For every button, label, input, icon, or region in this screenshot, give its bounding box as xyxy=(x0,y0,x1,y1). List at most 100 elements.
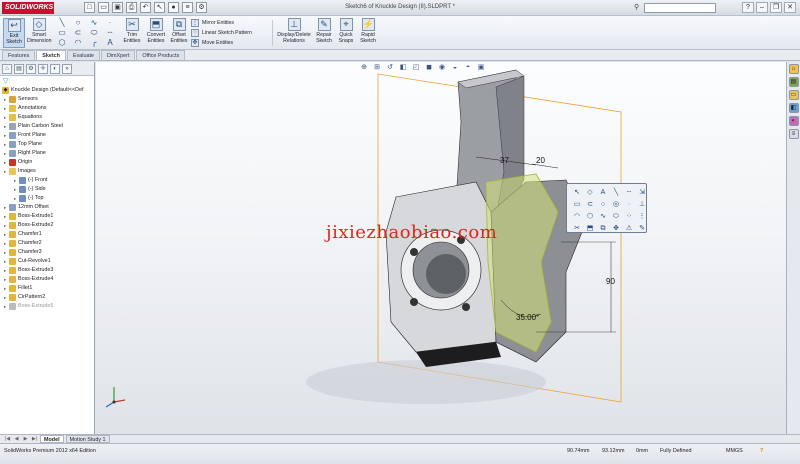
tree-item[interactable]: ▸ (-) Front xyxy=(2,176,94,185)
tab-sketch[interactable]: Sketch xyxy=(36,50,66,60)
open-icon[interactable]: ▭ xyxy=(98,2,109,13)
search-input[interactable] xyxy=(644,3,716,13)
repair-sketch-icon[interactable]: ✎ xyxy=(636,223,648,234)
trim-entities-button[interactable]: ✂ Trim Entities xyxy=(122,18,142,48)
save-icon[interactable]: ▣ xyxy=(112,2,123,13)
rapid-sketch-button[interactable]: ⚡ Rapid Sketch xyxy=(358,18,378,48)
tree-item[interactable]: ▸ Images xyxy=(2,167,94,176)
move-icon[interactable]: ✥ xyxy=(610,223,622,234)
tree-item[interactable]: ▸ Origin xyxy=(2,158,94,167)
tree-item[interactable]: ▸ Chamfer2 xyxy=(2,239,94,248)
tree-item[interactable]: ▸ Sensors xyxy=(2,95,94,104)
tab-evaluate[interactable]: Evaluate xyxy=(66,50,100,60)
add-relation-icon[interactable]: ⊥ xyxy=(636,199,648,210)
midpoint-line-icon[interactable]: ⇲ xyxy=(636,187,648,198)
next-tab-icon[interactable]: ▶ xyxy=(22,436,29,442)
print-icon[interactable]: ⎙ xyxy=(126,2,137,13)
minimize-button[interactable]: – xyxy=(756,2,768,13)
help-icon[interactable]: ? xyxy=(742,2,754,13)
linear-sketch-pattern-button[interactable]: ⁘ Linear Sketch Pattern xyxy=(191,28,252,38)
circle-icon[interactable]: ○ xyxy=(70,18,86,28)
convert-entities-icon[interactable]: ⬒ xyxy=(584,223,596,234)
line-icon[interactable]: ╲ xyxy=(54,18,70,28)
tree-item[interactable]: ▸ Boss-Extrude5 xyxy=(2,302,94,311)
tab-features[interactable]: Features xyxy=(2,50,36,60)
filter-icon[interactable]: ▽ xyxy=(0,76,94,86)
graphics-area[interactable]: ⊕ ⊞ ↺ ◧ ◰ ◼ ◉ ◒ ◓ ▣ 37 20 90 35.00° jixi… xyxy=(96,62,786,434)
tab-dimxpert[interactable]: DimXpert xyxy=(100,50,136,60)
mirror-entities-button[interactable]: ⋮ Mirror Entities xyxy=(191,18,252,28)
feature-tree-icon[interactable]: ⌂ xyxy=(2,64,12,74)
point-icon[interactable]: · xyxy=(623,199,635,210)
repair-sketch-button[interactable]: ✎ Repair Sketch xyxy=(314,18,334,48)
tree-item[interactable]: ▸ Boss-Extrude4 xyxy=(2,275,94,284)
tree-item[interactable]: ▸ Equations xyxy=(2,113,94,122)
exit-sketch-button[interactable]: ↩ Exit Sketch xyxy=(3,18,25,48)
convert-entities-button[interactable]: ⬒ Convert Entities xyxy=(145,18,167,48)
dimension-value[interactable]: 37 xyxy=(500,156,509,165)
custom-properties-icon[interactable]: ≡ xyxy=(788,129,799,139)
last-tab-icon[interactable]: ▶| xyxy=(31,436,38,442)
new-icon[interactable]: □ xyxy=(84,2,95,13)
arc-icon[interactable]: ◠ xyxy=(571,211,583,222)
smart-dimension-button[interactable]: ◇ Smart Dimension xyxy=(27,18,52,48)
tree-item[interactable]: ▸ 12mm Offset xyxy=(2,203,94,212)
tree-item[interactable]: ▸ Boss-Extrude3 xyxy=(2,266,94,275)
warning-icon[interactable]: ⚠ xyxy=(623,223,635,234)
ellipse-icon[interactable]: ⬭ xyxy=(86,28,102,38)
sketch-fillet-icon[interactable]: ╭ xyxy=(86,38,102,48)
trim-icon[interactable]: ✂ xyxy=(571,223,583,234)
tree-item[interactable]: ▸ Boss-Extrude1 xyxy=(2,212,94,221)
perimeter-circle-icon[interactable]: ◎ xyxy=(610,199,622,210)
solidworks-logo[interactable]: SOLIDWORKS xyxy=(2,2,54,14)
tree-item[interactable]: ▸ (-) Top xyxy=(2,194,94,203)
dimxpert-manager-icon[interactable]: ✛ xyxy=(38,64,48,74)
search-icon[interactable]: ⚲ xyxy=(634,3,643,12)
tree-item[interactable]: ▸ Chamfer1 xyxy=(2,230,94,239)
line-icon[interactable]: ╲ xyxy=(610,187,622,198)
tab-motion-study[interactable]: Motion Study 1 xyxy=(65,435,110,443)
rectangle-icon[interactable]: ▭ xyxy=(571,199,583,210)
tree-item[interactable]: ▸ Annotations xyxy=(2,104,94,113)
linear-pattern-icon[interactable]: ⁘ xyxy=(623,211,635,222)
text-icon[interactable]: A xyxy=(102,38,118,48)
select-icon[interactable]: ↖ xyxy=(154,2,165,13)
tab-model[interactable]: Model xyxy=(40,435,64,443)
view-palette-icon[interactable]: ◧ xyxy=(788,103,799,113)
tree-item[interactable]: ▸ Top Plane xyxy=(2,140,94,149)
file-explorer-icon[interactable]: ▭ xyxy=(788,90,799,100)
undo-icon[interactable]: ↶ xyxy=(140,2,151,13)
slot-icon[interactable]: ⊂ xyxy=(70,28,86,38)
file-properties-icon[interactable]: ≡ xyxy=(182,2,193,13)
select-icon[interactable]: ↖ xyxy=(571,187,583,198)
tree-item[interactable]: ▸ Chamfer3 xyxy=(2,248,94,257)
tree-item[interactable]: ▸ Right Plane xyxy=(2,149,94,158)
tree-item[interactable]: ▸ Cut-Revolve1 xyxy=(2,257,94,266)
tree-item[interactable]: ▸ CirPattern2 xyxy=(2,293,94,302)
arc-icon[interactable]: ◠ xyxy=(70,38,86,48)
first-tab-icon[interactable]: |◀ xyxy=(4,436,11,442)
mirror-icon[interactable]: ⋮ xyxy=(636,211,648,222)
spline-icon[interactable]: ∿ xyxy=(597,211,609,222)
dimension-value[interactable]: 90 xyxy=(606,277,615,286)
polygon-icon[interactable]: ⬡ xyxy=(584,211,596,222)
rebuild-icon[interactable]: ● xyxy=(168,2,179,13)
configuration-manager-icon[interactable]: ⚙ xyxy=(26,64,36,74)
options-icon[interactable]: ⚙ xyxy=(196,2,207,13)
tree-item[interactable]: ▸ Plain Carbon Steel xyxy=(2,122,94,131)
offset-entities-icon[interactable]: ⧉ xyxy=(597,223,609,234)
previous-tab-icon[interactable]: ◀ xyxy=(13,436,20,442)
circle-icon[interactable]: ○ xyxy=(597,199,609,210)
dimension-value[interactable]: 20 xyxy=(536,156,545,165)
slot-icon[interactable]: ⊂ xyxy=(584,199,596,210)
tree-item[interactable]: ▸ Fillet1 xyxy=(2,284,94,293)
rectangle-icon[interactable]: ▭ xyxy=(54,28,70,38)
polygon-icon[interactable]: ⬡ xyxy=(54,38,70,48)
tab-office-products[interactable]: Office Products xyxy=(136,50,186,60)
solidworks-resources-icon[interactable]: ⌂ xyxy=(788,64,799,74)
close-button[interactable]: ✕ xyxy=(784,2,796,13)
tree-item[interactable]: ▸ (-) Side xyxy=(2,185,94,194)
sketch-text-icon[interactable]: A xyxy=(597,187,609,198)
display-delete-relations-button[interactable]: ⊥ Display/Delete Relations xyxy=(276,18,312,48)
appearances-icon[interactable]: ◐ xyxy=(788,116,799,126)
